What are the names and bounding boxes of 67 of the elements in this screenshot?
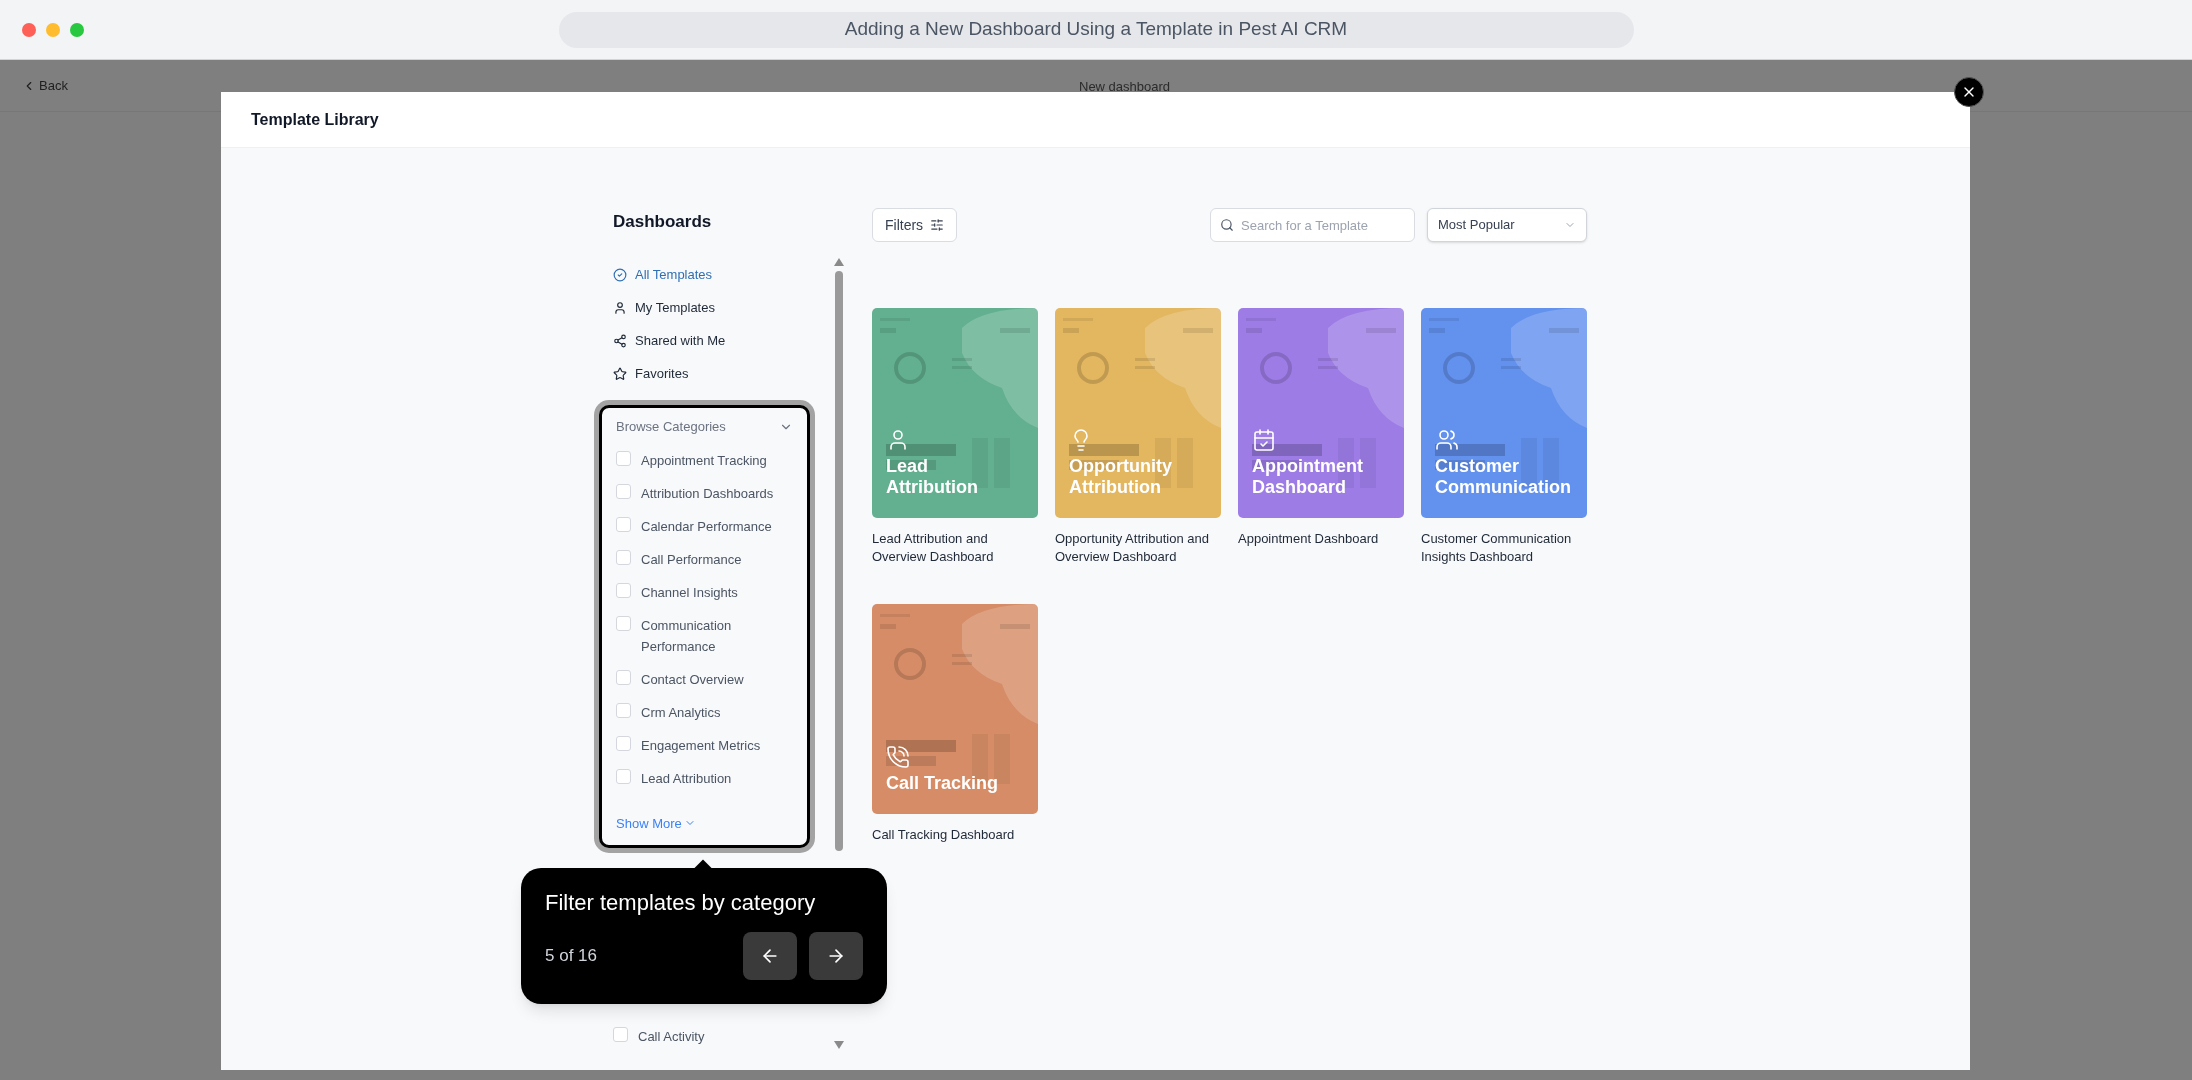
template-thumbnail[interactable]: Appointment Dashboard xyxy=(1238,308,1404,518)
template-title: Customer Communication xyxy=(1435,456,1572,498)
check-circle-icon xyxy=(613,268,627,282)
sidebar-item[interactable]: All Templates xyxy=(613,264,825,286)
tooltip-text: Filter templates by category xyxy=(545,889,817,917)
sidebar-item[interactable]: Favorites xyxy=(613,363,825,385)
template-name[interactable]: Lead Attribution and Overview Dashboard xyxy=(872,530,1038,566)
step-counter: 5 of 16 xyxy=(545,945,597,968)
category-label: Call Activity xyxy=(638,1028,705,1046)
star-icon xyxy=(613,367,627,381)
page-title: New dashboard xyxy=(1079,78,1171,96)
template-title: Opportunity Attribution xyxy=(1069,456,1173,498)
template-title: Call Tracking xyxy=(886,773,1000,794)
sidebar-item[interactable]: Shared with Me xyxy=(613,330,825,352)
template-name[interactable]: Appointment Dashboard xyxy=(1238,530,1404,548)
scroll-down-icon[interactable] xyxy=(834,1041,844,1049)
checkbox[interactable] xyxy=(616,582,631,598)
close-modal-button[interactable] xyxy=(1954,77,1984,107)
maximize-window-icon[interactable] xyxy=(70,23,84,37)
search-icon xyxy=(1220,218,1234,232)
back-button[interactable]: Back xyxy=(22,75,68,96)
sort-dropdown[interactable]: Most Popular xyxy=(1427,208,1587,242)
people-icon xyxy=(1435,428,1459,452)
template-name[interactable]: Call Tracking Dashboard xyxy=(872,826,1038,844)
category-label: Contact Overview xyxy=(641,670,744,689)
checkbox[interactable] xyxy=(616,450,631,466)
category-label: Channel Insights xyxy=(641,583,738,602)
checkbox[interactable] xyxy=(616,615,631,631)
minimize-window-icon[interactable] xyxy=(46,23,60,37)
checkbox[interactable] xyxy=(616,549,631,565)
scroll-up-icon[interactable] xyxy=(834,258,844,266)
category-label: Attribution Dashboards xyxy=(641,484,774,503)
sliders-icon xyxy=(930,218,945,232)
checkbox[interactable] xyxy=(616,702,631,718)
close-window-icon[interactable] xyxy=(22,23,36,37)
template-name[interactable]: Opportunity Attribution and Overview Dashboard xyxy=(1055,530,1221,566)
show-more-link[interactable]: Show More xyxy=(616,813,696,833)
checkbox[interactable] xyxy=(616,735,631,751)
scrollbar-thumb[interactable] xyxy=(835,271,843,851)
checkbox[interactable] xyxy=(613,1027,628,1042)
share-icon xyxy=(613,334,627,348)
template-title: Lead Attribution xyxy=(886,456,979,498)
template-title: Appointment Dashboard xyxy=(1252,456,1364,498)
category-header[interactable]: Browse Categories xyxy=(616,414,793,440)
category-label: Crm Analytics xyxy=(641,703,721,722)
sidebar-item[interactable]: My Templates xyxy=(613,297,825,319)
phone-icon xyxy=(886,745,910,769)
category-label: Appointment Tracking xyxy=(641,451,767,470)
previous-button[interactable] xyxy=(743,932,797,980)
search-field[interactable]: Search for a Template xyxy=(1210,208,1415,242)
checkbox[interactable] xyxy=(616,483,631,499)
checkbox[interactable] xyxy=(616,768,631,784)
filters-button[interactable]: Filters xyxy=(872,208,958,242)
sidebar-heading: Dashboards xyxy=(613,211,713,233)
category-label: Communication Performance xyxy=(641,616,733,656)
calendar-icon xyxy=(1252,428,1276,452)
category-label: Call Performance xyxy=(641,550,742,569)
category-label: Lead Attribution xyxy=(641,769,732,788)
person-icon xyxy=(613,301,627,315)
category-label: Calendar Performance xyxy=(641,517,772,536)
category-label: Engagement Metrics xyxy=(641,736,761,755)
window-title: Adding a New Dashboard Using a Template in Pest AI CRM xyxy=(558,11,1634,48)
checkbox[interactable] xyxy=(616,669,631,685)
next-button[interactable] xyxy=(809,932,863,980)
modal-title: Template Library xyxy=(251,109,379,130)
checkbox[interactable] xyxy=(616,516,631,532)
template-name[interactable]: Customer Communication Insights Dashboard xyxy=(1421,530,1587,566)
